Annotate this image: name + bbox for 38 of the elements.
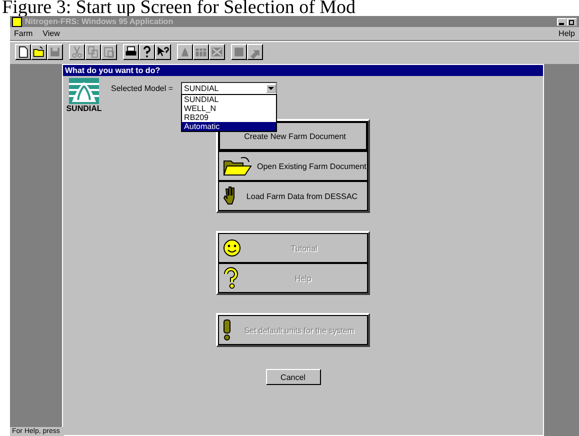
document-icon	[16, 45, 30, 59]
dropdown-option[interactable]: RB209	[182, 113, 276, 122]
dropdown-option[interactable]: Automatic	[182, 122, 276, 131]
dialog-title: What do you want to do?	[63, 65, 543, 76]
model-label: Selected Model =	[111, 84, 174, 93]
dropdown-option[interactable]: SUNDIAL	[182, 95, 276, 104]
menu-item[interactable]: View	[42, 29, 60, 38]
toolbar-button[interactable]	[155, 44, 171, 60]
crossed-box-icon	[210, 45, 224, 59]
toolbar-button[interactable]	[15, 44, 31, 60]
exclamation-icon	[223, 319, 231, 341]
restore-button[interactable]	[567, 18, 577, 26]
dropdown-arrow-button[interactable]	[266, 84, 276, 93]
logo-text: SUNDIAL	[66, 104, 102, 113]
folder-icon	[223, 156, 253, 176]
pointer-help-icon	[156, 45, 170, 59]
caret-icon	[268, 86, 274, 90]
toolbar-button[interactable]	[139, 44, 155, 60]
minimize-button[interactable]	[557, 18, 567, 26]
sundial-logo-icon	[69, 78, 99, 104]
action-button[interactable]: Open Existing Farm Document	[218, 151, 368, 181]
toolbar-button[interactable]	[31, 44, 47, 60]
window-title: Nitrogen-FRS: Windows 95 Application	[25, 17, 174, 26]
restore-icon	[569, 18, 575, 24]
menu-item[interactable]: Help	[558, 29, 575, 38]
app-icon	[12, 16, 22, 26]
smiley-icon	[223, 239, 241, 257]
menu-item[interactable]: Farm	[14, 29, 33, 38]
question-mark-icon	[223, 267, 239, 289]
action-button[interactable]: Load Farm Data from DESSAC	[218, 181, 368, 211]
paste-icon	[102, 45, 116, 59]
cancel-button[interactable]: Cancel	[266, 369, 320, 385]
copy-icon	[86, 45, 100, 59]
scissors-icon	[70, 45, 84, 59]
square-icon	[232, 45, 246, 59]
dropdown-option[interactable]: WELL_N	[182, 104, 276, 113]
toolbar-button[interactable]	[123, 44, 139, 60]
folder-icon	[32, 45, 46, 59]
